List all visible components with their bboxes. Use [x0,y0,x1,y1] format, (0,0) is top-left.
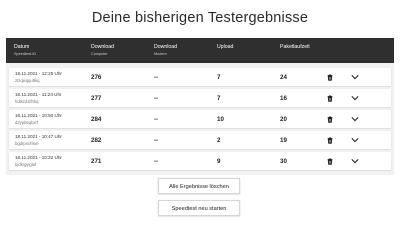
trash-icon[interactable] [327,158,333,165]
row-latency: 24 [280,73,287,81]
trash-icon[interactable] [327,116,333,123]
header-download-modem: Download Modem [154,44,177,57]
chevron-down-icon[interactable] [351,137,359,143]
table-row: 18.11.2021 - 12:25 Uhr ztzqwqqu9kq 276 -… [9,68,391,86]
row-download-modem: -- [154,94,159,102]
row-download-computer: 282 [91,136,102,144]
header-download-modem-label: Download [154,44,178,50]
row-upload: 9 [217,157,221,165]
table-row: 18.11.2021 - 10:50 Uhr d2ypb5qbxrf 284 -… [9,110,391,128]
header-download-computer-label: Download [91,44,115,50]
chevron-down-icon[interactable] [351,116,359,122]
table-row: 18.11.2021 - 10:22 Uhr bjdkrgyiglof 271 … [9,152,391,170]
trash-icon[interactable] [327,137,333,144]
page-title: Deine bisherigen Testergebnisse [91,10,309,26]
header-upload-label: Upload [217,44,234,50]
row-datetime: 18.11.2021 - 11:24 Uhr [15,92,62,98]
header-latency-label: Paketlaufzeit [280,44,310,50]
table-header: Datum Speedtest-ID Download Computer Dow… [6,38,394,63]
row-speedtest-id: bjdkrgyiglof [15,161,37,167]
row-download-modem: -- [154,157,159,165]
header-download-computer: Download Computer [91,44,114,57]
row-upload: 7 [217,73,221,81]
row-speedtest-id: ztzqwqqu9kq [15,77,40,83]
table-body: 18.11.2021 - 12:25 Uhr ztzqwqqu9kq 276 -… [6,63,394,175]
row-download-computer: 284 [91,115,102,123]
row-latency: 30 [280,157,287,165]
row-speedtest-id: d2ypb5qbxrf [15,119,39,125]
table-row: 18.11.2021 - 10:47 Uhr bgdrpnchlwe 282 -… [9,131,391,149]
row-download-computer: 276 [91,73,102,81]
trash-icon[interactable] [327,74,333,81]
row-latency: 20 [280,115,287,123]
row-speedtest-id: hdtszdzifhhq [15,98,39,104]
row-latency: 16 [280,94,287,102]
row-download-computer: 277 [91,94,102,102]
header-download-modem-sub: Modem [154,51,167,56]
restart-speedtest-button[interactable]: Speedtest neu starten [158,200,240,216]
row-datetime: 18.11.2021 - 10:47 Uhr [15,134,62,140]
row-download-modem: -- [154,73,159,81]
header-latency: Paketlaufzeit [280,44,310,50]
header-download-computer-sub: Computer [91,51,108,56]
header-upload: Upload [217,44,233,50]
chevron-down-icon[interactable] [351,95,359,101]
row-upload: 2 [217,136,221,144]
results-table: Datum Speedtest-ID Download Computer Dow… [6,38,394,175]
delete-all-results-button[interactable]: Alle Ergebnisse löschen [158,178,240,194]
chevron-down-icon[interactable] [351,158,359,164]
row-upload: 10 [217,115,224,123]
row-download-modem: -- [154,136,159,144]
row-upload: 7 [217,94,221,102]
row-download-computer: 271 [91,157,102,165]
table-row: 18.11.2021 - 11:24 Uhr hdtszdzifhhq 277 … [9,89,391,107]
trash-icon[interactable] [327,95,333,102]
row-latency: 19 [280,136,287,144]
row-download-modem: -- [154,115,159,123]
chevron-down-icon[interactable] [351,74,359,80]
row-datetime: 18.11.2021 - 10:22 Uhr [15,155,62,161]
row-datetime: 18.11.2021 - 10:50 Uhr [15,113,62,119]
row-speedtest-id: bgdrpnchlwe [15,140,39,146]
header-date-label: Datum [14,44,30,50]
header-date: Datum Speedtest-ID [14,44,36,57]
row-datetime: 18.11.2021 - 12:25 Uhr [15,71,62,77]
header-date-sub: Speedtest-ID [14,51,37,56]
